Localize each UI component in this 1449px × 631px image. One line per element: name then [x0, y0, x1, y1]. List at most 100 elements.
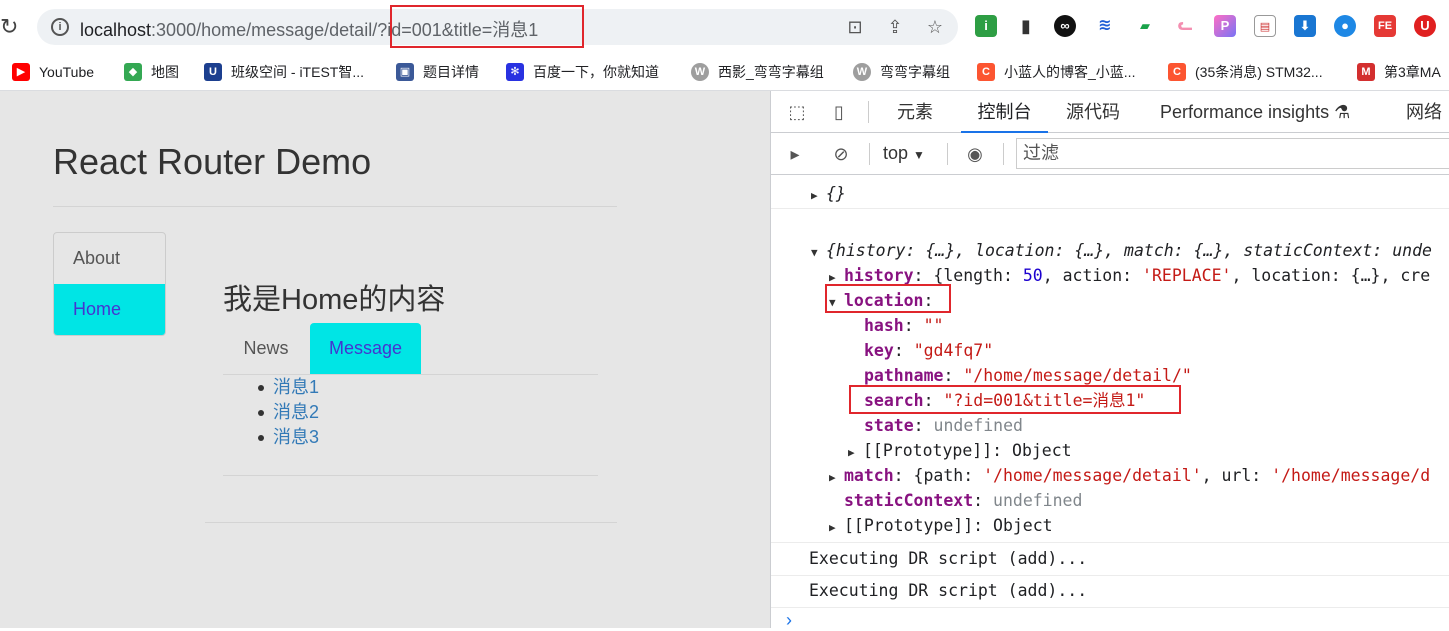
baidu-icon: ✻ [506, 63, 524, 81]
nav-link-home[interactable]: Home [54, 284, 165, 335]
message-link[interactable]: 消息2 [257, 400, 319, 425]
console-message: Executing DR script (add)... [809, 549, 1088, 568]
youtube-icon: ▶ [12, 63, 30, 81]
tab-elements[interactable]: 元素 [897, 91, 933, 133]
console-message: Executing DR script (add)... [809, 581, 1088, 600]
divider [771, 542, 1449, 543]
separator [868, 101, 869, 123]
message-list: 消息1 消息2 消息3 [257, 375, 319, 450]
console-output: ▶{} ▼ {history: {…}, location: {…}, match… [771, 175, 1449, 628]
detail-icon: ▣ [396, 63, 414, 81]
bookmark-item[interactable]: W 弯弯字幕组 [853, 60, 950, 84]
prop-match[interactable]: ▶ match: {path: '/home/message/detail', u… [829, 463, 1430, 488]
bookmark-item[interactable]: M 第3章MA [1357, 60, 1441, 84]
extension-fe-icon[interactable]: FE [1374, 15, 1396, 37]
inspect-element-icon[interactable]: ⬚ [785, 100, 809, 124]
tab-sources[interactable]: 源代码 [1066, 91, 1120, 133]
location-highlight-box [825, 284, 951, 313]
page-title: React Router Demo [53, 141, 372, 182]
search-highlight-box [849, 385, 1181, 414]
share-icon[interactable]: ⇪ [884, 16, 906, 38]
divider [771, 607, 1449, 608]
prop-state: state: undefined [864, 416, 1023, 435]
bookmark-item[interactable]: W 西影_弯弯字幕组 [691, 60, 824, 84]
context-selector[interactable]: top ▼ [883, 143, 925, 164]
expand-triangle-icon: ▶ [829, 471, 836, 484]
filter-input[interactable]: 过滤 [1016, 138, 1449, 169]
extension-gradient-icon[interactable]: P [1214, 15, 1236, 37]
w-icon: W [691, 63, 709, 81]
tab-network[interactable]: 网络 [1406, 91, 1442, 133]
tab-performance-insights[interactable]: Performance insights ⚗ [1160, 91, 1350, 133]
bookmark-star-icon[interactable]: ☆ [924, 16, 946, 38]
bookmark-item[interactable]: C (35条消息) STM32... [1168, 60, 1323, 84]
nav-link-about[interactable]: About [54, 233, 165, 284]
separator [1003, 143, 1004, 165]
separator [869, 143, 870, 165]
home-tabs: News Message [223, 323, 598, 375]
expand-triangle-icon: ▶ [811, 189, 818, 202]
tab-console[interactable]: 控制台 [961, 91, 1048, 133]
bookmark-item[interactable]: C 小蓝人的博客_小蓝... [977, 60, 1135, 84]
prop-hash: hash: "" [864, 316, 944, 335]
divider [223, 475, 598, 476]
devtools-panel: ⬚ ▯ 元素 控制台 源代码 Performance insights ⚗ 网络… [770, 91, 1449, 630]
w-icon: W [853, 63, 871, 81]
extension-calendar-icon[interactable]: ▤ [1254, 15, 1276, 37]
divider [53, 206, 617, 207]
extension-green-icon[interactable]: i [975, 15, 997, 37]
flask-icon: ⚗ [1334, 102, 1351, 122]
prop-static-context: staticContext: undefined [844, 491, 1083, 510]
csdn-icon: C [1168, 63, 1186, 81]
bookmark-item[interactable]: U 班级空间 - iTEST智... [204, 60, 364, 84]
divider [771, 208, 1449, 209]
tab-news[interactable]: News [223, 323, 309, 374]
separator [947, 143, 948, 165]
eye-icon[interactable]: ◉ [963, 142, 987, 166]
browser-toolbar: ↻ i localhost:3000/home/message/detail/?… [0, 0, 1449, 54]
maps-icon: ◆ [124, 63, 142, 81]
device-toolbar-icon[interactable]: ▯ [827, 100, 851, 124]
clear-console-icon[interactable]: ⊘ [829, 142, 853, 166]
console-toolbar: ▸ ⊘ top ▼ ◉ 过滤 [771, 133, 1449, 175]
home-heading: 我是Home的内容 [223, 284, 446, 316]
prop-prototype[interactable]: ▶ [[Prototype]]: Object [829, 513, 1053, 538]
devtools-tab-bar: ⬚ ▯ 元素 控制台 源代码 Performance insights ⚗ 网络 [771, 91, 1449, 133]
expand-triangle-icon: ▶ [848, 446, 855, 459]
extension-layers-icon[interactable]: ≋ [1094, 15, 1116, 37]
collapse-triangle-icon: ▼ [811, 246, 818, 259]
sidebar-toggle-icon[interactable]: ▸ [783, 142, 807, 166]
url-highlight-box [390, 5, 584, 48]
bookmark-item[interactable]: ▶ YouTube [12, 60, 94, 84]
extension-infinity-icon[interactable]: ∞ [1054, 15, 1076, 37]
bookmark-item[interactable]: ◆ 地图 [124, 60, 179, 84]
message-link[interactable]: 消息1 [257, 375, 319, 400]
side-nav: About Home [53, 232, 166, 336]
console-entry[interactable]: ▶{} [811, 181, 846, 206]
site-info-icon[interactable]: i [51, 18, 69, 36]
divider [205, 522, 617, 523]
csdn-icon: C [977, 63, 995, 81]
reload-icon[interactable]: ↻ [0, 13, 24, 41]
extension-ublock-icon[interactable]: U [1414, 15, 1436, 37]
extension-cat-icon[interactable]: ᓚ [1174, 15, 1196, 37]
bookmarks-bar: ▶ YouTube ◆ 地图 U 班级空间 - iTEST智... ▣ 题目详情 ✻ 百度… [0, 54, 1449, 91]
prop-prototype[interactable]: ▶ [[Prototype]]: Object [848, 438, 1072, 463]
extension-download-icon[interactable]: ⬇ [1294, 15, 1316, 37]
extension-bookmark-icon[interactable]: ▮ [1015, 15, 1037, 37]
translate-icon[interactable]: ⊡ [844, 16, 866, 38]
console-entry[interactable]: ▼ {history: {…}, location: {…}, match: {…… [811, 238, 1432, 263]
prop-key: key: "gd4fq7" [864, 341, 994, 360]
itest-icon: U [204, 63, 222, 81]
divider [771, 575, 1449, 576]
extension-chat-icon[interactable]: ▰ [1134, 15, 1156, 37]
tab-message[interactable]: Message [310, 323, 421, 374]
chapter-icon: M [1357, 63, 1375, 81]
extension-circle-icon[interactable]: ● [1334, 15, 1356, 37]
page-content: React Router Demo About Home 我是Home的内容 N… [0, 91, 770, 628]
dropdown-arrow-icon: ▼ [913, 148, 925, 162]
bookmark-item[interactable]: ✻ 百度一下，你就知道 [506, 60, 659, 84]
expand-triangle-icon: ▶ [829, 521, 836, 534]
message-link[interactable]: 消息3 [257, 425, 319, 450]
bookmark-item[interactable]: ▣ 题目详情 [396, 60, 479, 84]
